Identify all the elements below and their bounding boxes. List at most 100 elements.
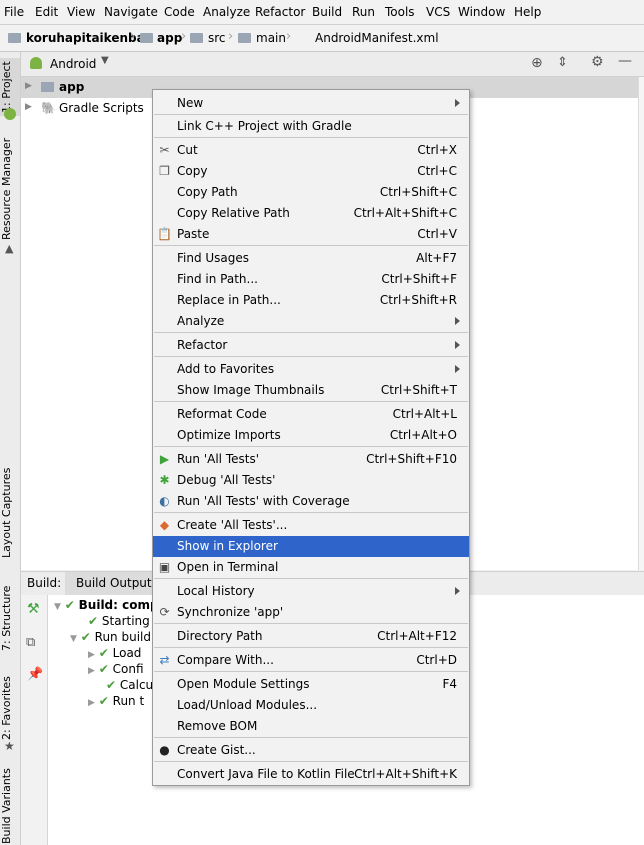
menu-item-find-in-path[interactable]: Find in Path... Ctrl+Shift+F: [153, 269, 469, 290]
build-row[interactable]: ✔ Calcu: [106, 678, 153, 692]
collapse-all-icon[interactable]: ⇕: [557, 55, 568, 70]
menu-item-copy[interactable]: ❐ Copy Ctrl+C: [153, 161, 469, 182]
menu-code[interactable]: Code: [164, 5, 195, 19]
menu-item-open-module-settings[interactable]: Open Module Settings F4: [153, 674, 469, 695]
menu-edit[interactable]: Edit: [35, 5, 58, 19]
hammer-icon[interactable]: ⚒: [27, 601, 40, 617]
menu-navigate[interactable]: Navigate: [104, 5, 158, 19]
menu-tools[interactable]: Tools: [385, 5, 415, 19]
menu-item-replace-in-path[interactable]: Replace in Path... Ctrl+Shift+R: [153, 290, 469, 311]
menu-run[interactable]: Run: [352, 5, 375, 19]
expand-arrow-icon[interactable]: ▶: [25, 102, 32, 112]
build-row[interactable]: ▼ ✔ Build: comp: [54, 598, 159, 612]
menu-item-show-in-explorer[interactable]: Show in Explorer: [153, 536, 469, 557]
menu-item-shortcut: Ctrl+Shift+C: [379, 185, 457, 199]
scissors-icon: ✂: [159, 143, 170, 157]
toggle-view-icon[interactable]: ⧉: [26, 635, 35, 650]
chevron-down-icon[interactable]: ▼: [101, 55, 109, 66]
tab-favorites[interactable]: 2: Favorites: [0, 676, 20, 740]
menu-item-shortcut: Ctrl+Alt+Shift+C: [353, 206, 457, 220]
menu-item-create-all-tests[interactable]: ◆ Create 'All Tests'...: [153, 515, 469, 536]
menu-item-label: Remove BOM: [177, 719, 258, 733]
check-icon: ✔: [64, 598, 75, 612]
menu-item-debug-all-tests[interactable]: ✱ Debug 'All Tests': [153, 470, 469, 491]
menu-refactor[interactable]: Refactor: [255, 5, 305, 19]
menu-help[interactable]: Help: [514, 5, 541, 19]
menu-separator: [154, 401, 468, 402]
menu-build[interactable]: Build: [312, 5, 342, 19]
menu-separator: [154, 446, 468, 447]
crumb-src[interactable]: src: [208, 31, 226, 45]
check-icon: ✔: [98, 646, 109, 660]
build-row-label: Load: [112, 646, 142, 660]
menu-item-label: Run 'All Tests': [177, 452, 259, 466]
menu-analyze[interactable]: Analyze: [203, 5, 250, 19]
menu-item-shortcut: Ctrl+X: [417, 143, 457, 157]
menu-separator: [154, 671, 468, 672]
build-row[interactable]: ▶ ✔ Load: [88, 646, 141, 660]
crumb-app[interactable]: app: [157, 31, 182, 45]
tab-structure[interactable]: 7: Structure: [0, 584, 20, 652]
gradle-icon: 🐘: [41, 101, 56, 115]
menu-item-synchronize-app[interactable]: ⟳ Synchronize 'app': [153, 602, 469, 623]
build-row[interactable]: ▼ ✔ Run build: [70, 630, 151, 644]
menu-item-find-usages[interactable]: Find Usages Alt+F7: [153, 248, 469, 269]
menu-item-open-in-terminal[interactable]: ▣ Open in Terminal: [153, 557, 469, 578]
menu-item-label: Show Image Thumbnails: [177, 383, 325, 397]
menu-vcs[interactable]: VCS: [426, 5, 450, 19]
menu-item-directory-path[interactable]: Directory Path Ctrl+Alt+F12: [153, 626, 469, 647]
menu-item-show-image-thumbnails[interactable]: Show Image Thumbnails Ctrl+Shift+T: [153, 380, 469, 401]
menu-item-run-all-tests[interactable]: ▶ Run 'All Tests' Ctrl+Shift+F10: [153, 449, 469, 470]
build-row-label: Build: comp: [78, 598, 159, 612]
menu-window[interactable]: Window: [458, 5, 505, 19]
crumb-manifest[interactable]: AndroidManifest.xml: [315, 31, 439, 45]
view-selector[interactable]: Android: [50, 57, 96, 71]
menu-item-run-all-tests-with-coverage[interactable]: ◐ Run 'All Tests' with Coverage: [153, 491, 469, 512]
menu-item-copy-path[interactable]: Copy Path Ctrl+Shift+C: [153, 182, 469, 203]
menu-item-compare-with[interactable]: ⇄ Compare With... Ctrl+D: [153, 650, 469, 671]
menu-separator: [154, 245, 468, 246]
submenu-arrow-icon: [455, 99, 460, 107]
sync-icon: ⟳: [159, 605, 170, 619]
menu-item-reformat-code[interactable]: Reformat Code Ctrl+Alt+L: [153, 404, 469, 425]
menu-separator: [154, 512, 468, 513]
menu-item-label: Synchronize 'app': [177, 605, 284, 619]
menu-item-cut[interactable]: ✂ Cut Ctrl+X: [153, 140, 469, 161]
menu-item-convert-java-file-to-kotlin-file[interactable]: Convert Java File to Kotlin File Ctrl+Alt…: [153, 764, 469, 785]
menu-item-shortcut: Ctrl+Shift+F: [381, 272, 457, 286]
minimize-icon[interactable]: —: [618, 53, 632, 69]
tab-resource-manager[interactable]: Resource Manager: [0, 138, 20, 240]
terminal-icon: ▣: [158, 560, 171, 574]
menu-item-paste[interactable]: 📋 Paste Ctrl+V: [153, 224, 469, 245]
menu-item-label: Run 'All Tests' with Coverage: [177, 494, 350, 508]
menu-file[interactable]: File: [4, 5, 24, 19]
tab-build-variants[interactable]: Build Variants: [0, 768, 20, 844]
menu-item-load-unload-modules[interactable]: Load/Unload Modules...: [153, 695, 469, 716]
menu-item-add-to-favorites[interactable]: Add to Favorites: [153, 359, 469, 380]
menu-item-local-history[interactable]: Local History: [153, 581, 469, 602]
tree-label-gradle-scripts: Gradle Scripts: [59, 101, 144, 115]
menu-item-copy-relative-path[interactable]: Copy Relative Path Ctrl+Alt+Shift+C: [153, 203, 469, 224]
menu-item-refactor[interactable]: Refactor: [153, 335, 469, 356]
menu-item-label: Convert Java File to Kotlin File: [177, 767, 355, 781]
menu-view[interactable]: View: [67, 5, 95, 19]
menu-item-remove-bom[interactable]: Remove BOM: [153, 716, 469, 737]
build-row[interactable]: ▶ ✔ Run t: [88, 694, 144, 708]
build-row[interactable]: ▶ ✔ Confi: [88, 662, 144, 676]
build-row[interactable]: ✔ Starting: [88, 614, 150, 628]
crumb-main[interactable]: main: [256, 31, 286, 45]
check-icon: ✔: [80, 630, 91, 644]
menu-item-analyze[interactable]: Analyze: [153, 311, 469, 332]
submenu-arrow-icon: [455, 341, 460, 349]
gear-icon[interactable]: ⚙: [591, 54, 604, 70]
locate-icon[interactable]: ⊕: [531, 55, 543, 71]
expand-arrow-icon[interactable]: ▶: [25, 81, 32, 91]
menu-item-optimize-imports[interactable]: Optimize Imports Ctrl+Alt+O: [153, 425, 469, 446]
menu-item-label: Create 'All Tests'...: [177, 518, 288, 532]
tab-layout-captures[interactable]: Layout Captures: [0, 464, 20, 562]
menu-item-new[interactable]: New: [153, 93, 469, 114]
pin-icon[interactable]: 📌: [27, 667, 43, 682]
menu-item-link-c-project-with-gradle[interactable]: Link C++ Project with Gradle: [153, 116, 469, 137]
menu-item-create-gist[interactable]: ● Create Gist...: [153, 740, 469, 761]
vertical-scrollbar[interactable]: [638, 77, 644, 570]
